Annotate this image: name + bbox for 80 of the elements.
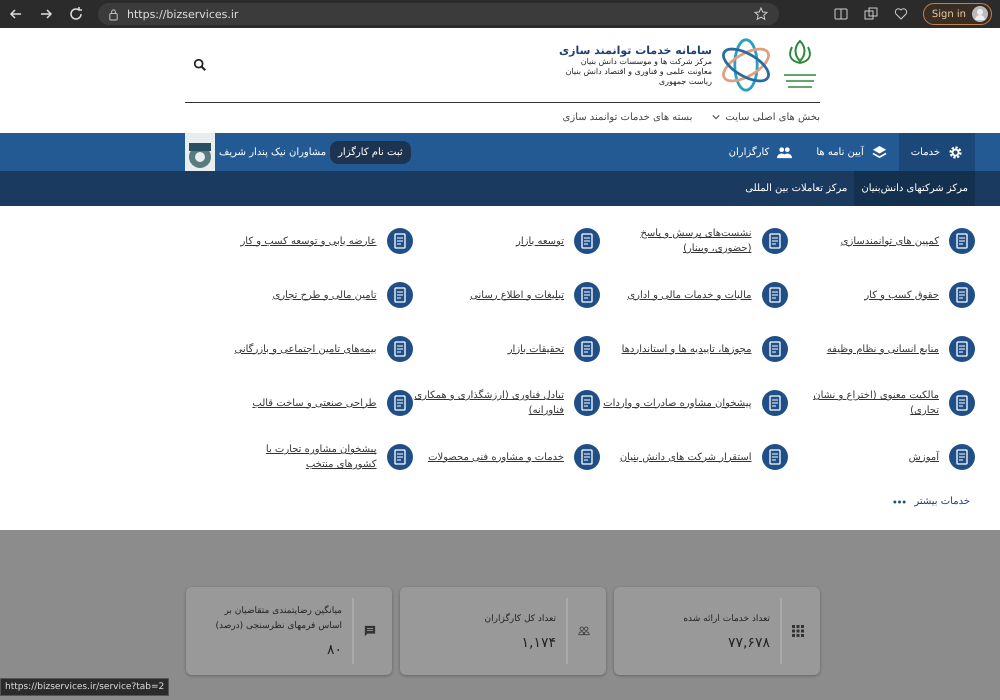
nav-link[interactable]: بخش های اصلی سایت [712,112,820,122]
site-subtitle: ریاست جمهوری [658,76,712,86]
more-services-link[interactable]: خدمات بیشتر [914,496,970,507]
document-icon [574,390,600,416]
document-icon [386,444,412,470]
nav-tab[interactable]: خدمات [898,133,975,171]
grid-icon [792,625,804,637]
service-link[interactable]: استقرار شرکت های دانش بنیان [620,450,752,464]
service-link[interactable]: نشست‌های پرسش و پاسخ (حضوری، وبینار) [602,226,752,256]
service-link[interactable]: بیمه‌های تامین اجتماعی و بازرگانی [234,342,376,356]
service-link[interactable]: توسعه بازار [516,234,564,248]
service-link[interactable]: پیشخوان مشاوره تجارت با کشورهای منتخب [226,442,376,472]
document-icon [762,390,788,416]
document-icon [574,282,600,308]
stat-value: ۸۰ [326,642,342,658]
split-screen-icon[interactable] [832,6,849,22]
document-icon [949,228,975,254]
search-icon[interactable] [193,58,207,72]
service-link[interactable]: حقوق کسب و کار [864,288,939,302]
document-icon [574,228,600,254]
service-link[interactable]: مالیات و خدمات مالی و اداری [627,288,752,302]
reload-icon[interactable] [68,6,84,22]
site-subtitle: مرکز شرکت ها و موسسات دانش بنیان [580,56,712,66]
document-icon [949,390,975,416]
status-url: https://bizservices.ir/service?tab=2 [0,678,170,696]
document-icon [386,390,412,416]
service-link[interactable]: مالکیت معنوی (اختراع و نشان تجاری) [789,388,939,418]
document-icon [386,282,412,308]
sign-in-button[interactable]: Sign in [922,3,992,25]
nav-link[interactable]: بسته های خدمات توانمند سازی [562,112,692,122]
broker-logo-icon [185,133,215,171]
caret-icon [712,114,720,120]
document-icon [574,444,600,470]
avatar-icon [972,6,988,22]
people-icon [777,144,792,160]
service-link[interactable]: خدمات و مشاوره فنی محصولات [428,450,564,464]
document-icon [949,282,975,308]
service-link[interactable]: آموزش [908,450,939,464]
service-link[interactable]: تامین مالی و طرح تجاری [272,288,376,302]
service-link[interactable]: مجوزها، تاییدیه ها و استانداردها [622,342,752,356]
service-link[interactable]: طراحی صنعتی و ساخت قالب [252,396,376,410]
service-link[interactable]: عارضه یابی و توسعه کسب و کار [240,234,376,248]
document-icon [949,444,975,470]
document-icon [762,228,788,254]
star-icon[interactable] [752,6,769,22]
site-title: سامانه خدمات توانمند سازی [559,44,712,56]
site-subtitle: معاونت علمی و فناوری و اقتصاد دانش بنیان [564,66,712,76]
collections-icon[interactable] [862,6,879,22]
document-icon [949,336,975,362]
stat-value: ۷۷,۶۷۸ [726,634,770,650]
service-link[interactable]: کمپین های توانمندسازی [840,234,939,248]
heart-icon[interactable] [892,6,909,22]
broker-name: مشاوران نیک پندار شریف [219,146,326,158]
address-bar[interactable]: https://bizservices.ir [98,3,779,25]
gear-icon [948,144,963,160]
nav-tab[interactable]: کارگزاران [716,133,804,171]
service-link[interactable]: منابع انسانی و نظام وظیفه [826,342,939,356]
document-icon [386,336,412,362]
stat-label: تعداد خدمات ارائه شده [682,612,770,626]
stat-label: تعداد کل کارگزاران [484,612,556,626]
layers-icon [872,144,887,160]
people-icon [578,625,590,637]
stat-label: میانگین رضایتمندی متقاضیان بر اساس فرمهای نظرسنجی (درصد) [214,604,342,633]
service-link[interactable]: تبلیغات و اطلاع رسانی [470,288,564,302]
center-tab[interactable]: مرکز شرکتهای دانش‌بنیان [854,171,975,206]
lock-icon [108,8,119,20]
service-link[interactable]: تبادل فناوری (ارزشگذاری و همکاری فناورانه) [414,388,564,418]
comment-icon [364,625,376,637]
document-icon [762,444,788,470]
stat-value: ۱,۱۷۴ [520,634,556,650]
document-icon [762,336,788,362]
document-icon [762,282,788,308]
register-button[interactable]: ثبت نام کارگزار [330,140,411,164]
document-icon [574,336,600,362]
document-icon [386,228,412,254]
nav-tab[interactable]: آیین نامه ها [804,133,899,171]
service-link[interactable]: تحقیقات بازار [508,342,564,356]
more-icon [893,500,906,504]
center-tab[interactable]: مرکز تعاملات بین المللی [738,171,854,206]
service-link[interactable]: پیشخوان مشاوره صادرات و واردات [603,396,752,410]
